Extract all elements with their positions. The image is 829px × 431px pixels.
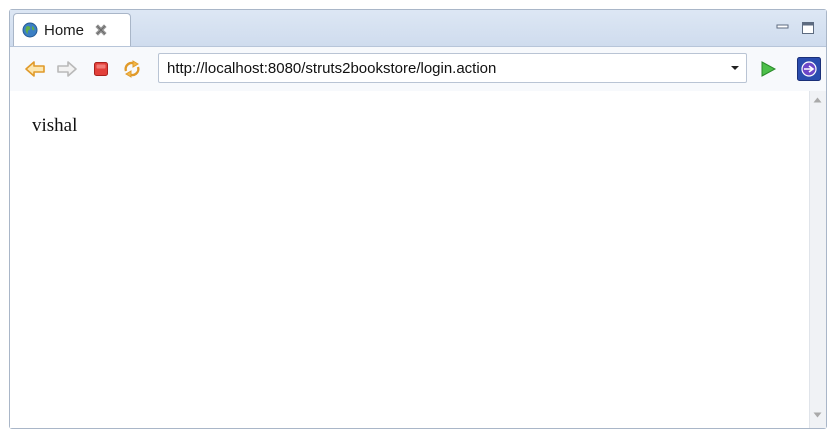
go-play-icon xyxy=(761,61,777,77)
back-arrow-icon xyxy=(25,61,45,77)
tab-home[interactable]: Home xyxy=(13,13,131,46)
vertical-scrollbar[interactable] xyxy=(809,91,826,428)
tab-title: Home xyxy=(44,21,85,39)
maximize-icon[interactable] xyxy=(800,20,816,36)
globe-icon xyxy=(22,22,38,38)
minimize-icon[interactable] xyxy=(775,20,791,34)
scroll-up-icon[interactable] xyxy=(813,97,822,103)
close-icon[interactable] xyxy=(94,23,108,37)
stop-icon xyxy=(94,62,108,76)
go-button[interactable] xyxy=(757,60,779,78)
page-content: vishal xyxy=(10,91,810,428)
url-text[interactable]: http://localhost:8080/struts2bookstore/l… xyxy=(167,60,724,77)
browser-app-button[interactable] xyxy=(797,57,821,81)
chevron-down-icon xyxy=(731,66,739,70)
refresh-button[interactable] xyxy=(121,60,143,78)
forward-arrow-icon xyxy=(57,61,77,77)
back-button[interactable] xyxy=(24,60,46,78)
browser-window: Home http://localhost:8080/struts2bookst… xyxy=(9,9,827,429)
page-body-text: vishal xyxy=(32,115,78,136)
browser-app-icon xyxy=(797,57,821,81)
forward-button[interactable] xyxy=(56,60,78,78)
toolbar: http://localhost:8080/struts2bookstore/l… xyxy=(10,47,826,91)
refresh-icon xyxy=(124,60,140,78)
stop-button[interactable] xyxy=(90,60,112,78)
scroll-down-icon[interactable] xyxy=(813,412,822,418)
tab-bar: Home xyxy=(10,10,826,47)
url-dropdown-button[interactable] xyxy=(724,65,746,71)
address-bar[interactable]: http://localhost:8080/struts2bookstore/l… xyxy=(158,53,747,83)
